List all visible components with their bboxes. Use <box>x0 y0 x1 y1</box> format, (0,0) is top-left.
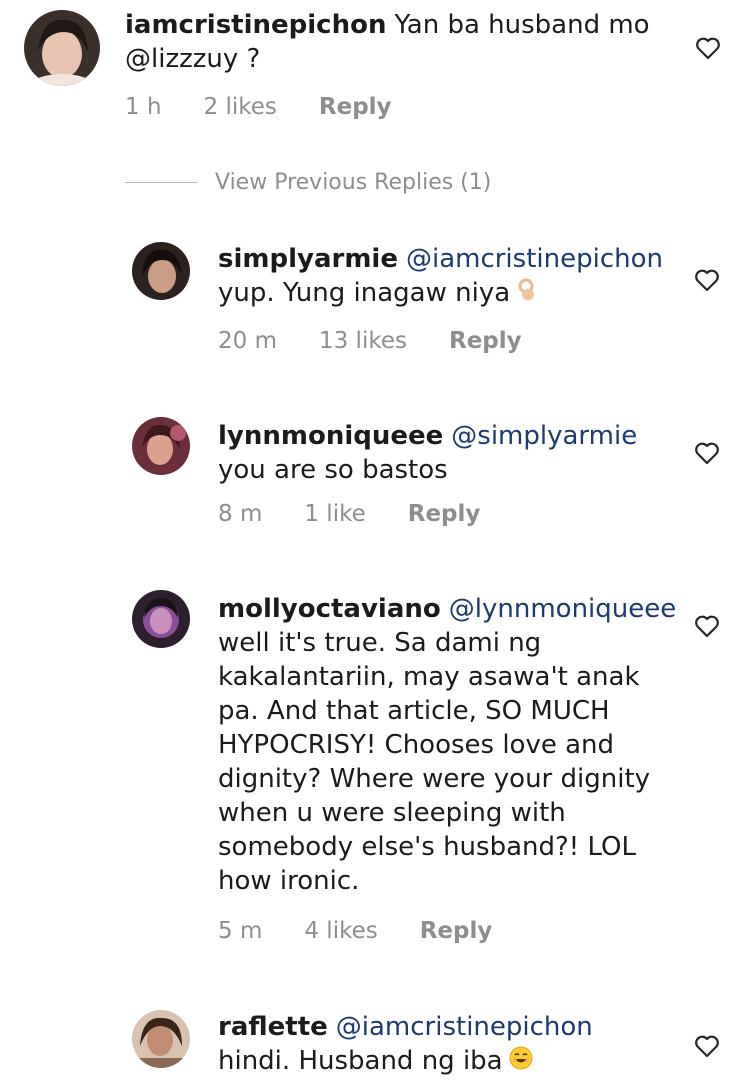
like-count[interactable]: 13 likes <box>319 328 407 354</box>
username[interactable]: iamcristinepichon <box>125 10 386 40</box>
reply-item: raflette @iamcristinepichon hindi. Husban… <box>0 1000 750 1083</box>
heart-outline-icon[interactable] <box>695 36 721 60</box>
heart-outline-icon[interactable] <box>694 614 720 638</box>
avatar[interactable] <box>132 242 190 300</box>
timestamp: 5 m <box>218 918 263 944</box>
comment-text: hindi. Husband ng iba <box>218 1046 503 1076</box>
comment-meta: 5 m 4 likes Reply <box>218 918 534 944</box>
comment-thread-item: iamcristinepichon Yan ba husband mo @lizz… <box>0 0 750 140</box>
timestamp: 8 m <box>218 501 263 527</box>
username[interactable]: raflette <box>218 1012 328 1042</box>
heart-outline-icon[interactable] <box>694 441 720 465</box>
reply-button[interactable]: Reply <box>408 501 481 527</box>
divider-line <box>125 181 197 183</box>
ok-hand-emoji <box>516 277 538 311</box>
like-count[interactable]: 4 likes <box>304 918 377 944</box>
comment-meta: 8 m 1 like Reply <box>218 501 522 527</box>
like-count[interactable]: 2 likes <box>204 94 277 120</box>
avatar[interactable] <box>132 417 190 475</box>
username[interactable]: simplyarmie <box>218 244 398 274</box>
mention-link[interactable]: @iamcristinepichon <box>336 1012 593 1042</box>
reply-item: mollyoctaviano @lynnmoniqueee well it's t… <box>0 580 750 970</box>
comment-body: iamcristinepichon Yan ba husband mo @lizz… <box>125 8 665 76</box>
comment-body: raflette @iamcristinepichon hindi. Husban… <box>218 1010 688 1079</box>
reply-button[interactable]: Reply <box>420 918 493 944</box>
reply-item: lynnmoniqueee @simplyarmie you are so bas… <box>0 405 750 545</box>
mention-link[interactable]: @simplyarmie <box>451 421 637 451</box>
timestamp: 20 m <box>218 328 277 354</box>
username[interactable]: mollyoctaviano <box>218 594 441 624</box>
reply-button[interactable]: Reply <box>449 328 522 354</box>
heart-outline-icon[interactable] <box>694 268 720 292</box>
view-previous-replies-label: View Previous Replies (1) <box>215 169 492 195</box>
avatar[interactable] <box>132 1010 190 1068</box>
comment-meta: 1 h 2 likes Reply <box>125 94 434 120</box>
comment-meta: 20 m 13 likes Reply <box>218 328 564 354</box>
username[interactable]: lynnmoniqueee <box>218 421 443 451</box>
comment-text: well it's true. Sa dami ng kakalantariin… <box>218 628 659 896</box>
timestamp: 1 h <box>125 94 162 120</box>
comment-body: lynnmoniqueee @simplyarmie you are so bas… <box>218 419 688 487</box>
avatar[interactable] <box>24 10 100 86</box>
mention-link[interactable]: @iamcristinepichon <box>406 244 663 274</box>
comment-body: simplyarmie @iamcristinepichon yup. Yung … <box>218 242 688 311</box>
mention-link[interactable]: @lynnmoniqueee <box>449 594 676 624</box>
heart-outline-icon[interactable] <box>694 1034 720 1058</box>
like-count[interactable]: 1 like <box>304 501 365 527</box>
comment-text: you are so bastos <box>218 455 448 485</box>
reply-item: simplyarmie @iamcristinepichon yup. Yung … <box>0 230 750 370</box>
view-previous-replies-button[interactable]: View Previous Replies (1) <box>125 167 491 197</box>
reply-button[interactable]: Reply <box>319 94 392 120</box>
smiling-face-emoji <box>509 1045 533 1079</box>
comment-text: yup. Yung inagaw niya <box>218 278 511 308</box>
avatar[interactable] <box>132 590 190 648</box>
comment-body: mollyoctaviano @lynnmoniqueee well it's t… <box>218 592 678 898</box>
